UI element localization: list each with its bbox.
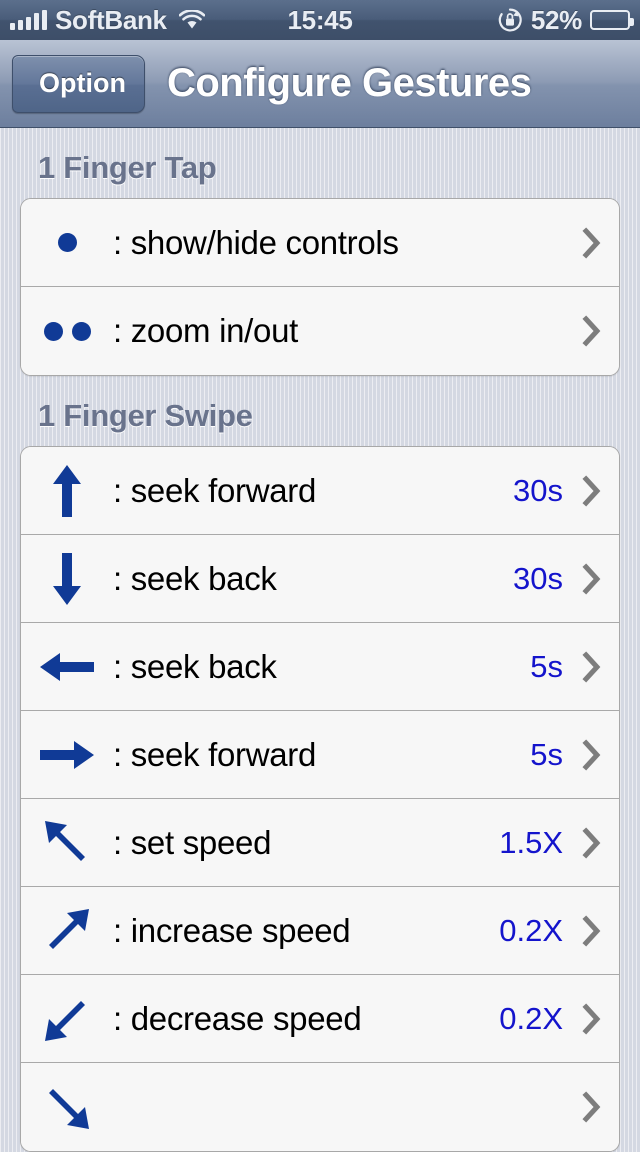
row-partial-next[interactable] xyxy=(21,1063,619,1151)
row-swipe-up-left-set-speed[interactable]: : set speed 1.5X xyxy=(21,799,619,887)
battery-percent-label: 52% xyxy=(530,4,582,35)
section-header-tap: 1 Finger Tap xyxy=(38,150,217,185)
row-swipe-left-seek-back[interactable]: : seek back 5s xyxy=(21,623,619,711)
chevron-right-icon xyxy=(581,474,603,507)
arrow-up-left-icon xyxy=(21,817,113,869)
row-label: : zoom in/out xyxy=(113,312,299,349)
back-button-label: Option xyxy=(39,68,126,98)
row-swipe-right-seek-forward[interactable]: : seek forward 5s xyxy=(21,711,619,799)
row-show-hide-controls[interactable]: : show/hide controls xyxy=(21,199,619,287)
row-label: : show/hide controls xyxy=(113,223,399,261)
row-swipe-up-seek-forward[interactable]: : seek forward 30s xyxy=(21,447,619,535)
arrow-up-icon xyxy=(21,463,113,519)
chevron-right-icon xyxy=(581,562,603,595)
two-dots-icon xyxy=(21,321,113,341)
group-one-finger-swipe: : seek forward 30s : seek back 30s: see… xyxy=(20,446,620,1152)
arrow-down-icon xyxy=(21,551,113,607)
row-value: 0.2X xyxy=(499,912,563,948)
group-one-finger-tap: : show/hide controls : zoom in/out xyxy=(20,198,620,376)
battery-icon xyxy=(590,10,634,30)
arrow-down-left-icon xyxy=(21,993,113,1045)
chevron-right-icon xyxy=(581,650,603,683)
back-button-option[interactable]: Option xyxy=(12,54,145,113)
row-label: : seek forward xyxy=(113,471,317,509)
chevron-right-icon xyxy=(581,826,603,859)
row-value: 30s xyxy=(513,472,563,508)
row-value: 5s xyxy=(530,648,563,684)
row-label: : seek forward xyxy=(113,735,317,773)
chevron-right-icon xyxy=(581,1002,603,1035)
rotation-lock-icon xyxy=(497,7,523,33)
section-header-swipe: 1 Finger Swipe xyxy=(38,398,253,433)
row-value: 30s xyxy=(513,560,563,596)
row-label: : set speed xyxy=(113,823,272,861)
one-dot-icon xyxy=(21,233,113,252)
row-zoom-in-out[interactable]: : zoom in/out xyxy=(21,287,619,375)
row-label: : seek back xyxy=(113,559,277,597)
settings-list[interactable]: 1 Finger Tap : show/hide controls : zoom… xyxy=(0,128,640,1152)
arrow-right-icon xyxy=(21,735,113,775)
row-value: 5s xyxy=(530,736,563,772)
row-value: 0.2X xyxy=(499,1000,563,1036)
status-bar-right: 52% xyxy=(497,0,634,40)
chevron-right-icon xyxy=(581,914,603,947)
status-bar: SoftBank 15:45 52% xyxy=(0,0,640,40)
row-label: : decrease speed xyxy=(113,999,362,1037)
chevron-right-icon xyxy=(581,315,603,347)
page-title: Configure Gestures xyxy=(166,61,532,105)
chevron-right-icon xyxy=(581,1091,603,1123)
row-swipe-down-left-decrease-speed[interactable]: : decrease speed 0.2X xyxy=(21,975,619,1063)
row-label: : increase speed xyxy=(113,911,351,949)
row-swipe-up-right-increase-speed[interactable]: : increase speed 0.2X xyxy=(21,887,619,975)
chevron-right-icon xyxy=(581,226,603,259)
arrow-up-right-icon xyxy=(21,905,113,957)
arrow-left-icon xyxy=(21,647,113,687)
chevron-right-icon xyxy=(581,738,603,771)
row-value: 1.5X xyxy=(499,824,563,860)
row-swipe-down-seek-back[interactable]: : seek back 30s xyxy=(21,535,619,623)
arrow-down-right-icon xyxy=(21,1081,113,1133)
navigation-bar: Option Configure Gestures xyxy=(0,40,640,128)
row-label: : seek back xyxy=(113,647,277,685)
